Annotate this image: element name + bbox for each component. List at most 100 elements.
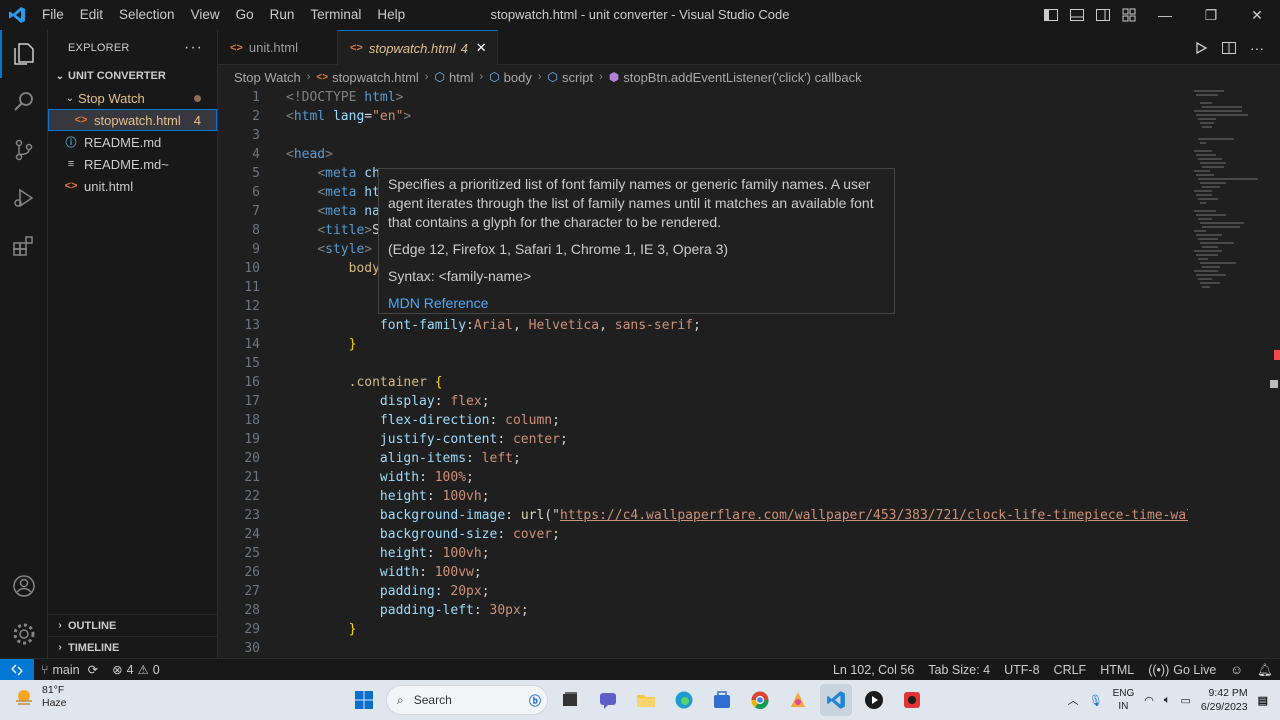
toggle-primary-sidebar-icon[interactable] [1038,0,1064,30]
broadcast-icon: ((•)) [1148,663,1170,677]
volume-icon[interactable]: 🔈︎ [1164,694,1171,707]
teams-chat-icon[interactable] [592,684,624,716]
mdn-reference-link[interactable]: MDN Reference [388,294,885,313]
timeline-section[interactable]: › TIMELINE [48,636,217,658]
chevron-right-icon: › [58,642,62,653]
code-token: : [419,470,435,485]
vscode-logo-icon [0,0,34,30]
paint-app-icon[interactable] [782,684,814,716]
toggle-panel-icon[interactable] [1064,0,1090,30]
menu-go[interactable]: Go [228,0,262,30]
microphone-icon[interactable]: 🎙︎ [1089,694,1103,707]
go-live-button[interactable]: ((•)) Go Live [1141,659,1223,681]
chevron-down-icon: ⌄ [55,70,65,82]
language-code: ENG [1112,688,1135,699]
breadcrumb-callback[interactable]: stopBtn.addEventListener('click') callba… [623,70,861,85]
notifications-bell-icon[interactable]: 🔔︎ [1250,659,1280,681]
url-link[interactable]: https://c4.wallpaperflare.com/wallpaper/… [560,508,1188,523]
screen-recorder-icon[interactable] [896,684,928,716]
code-line: 22 height: 100vh; [218,487,1188,506]
remote-icon[interactable] [0,658,34,681]
line-ending[interactable]: CRLF [1047,659,1094,681]
language-mode[interactable]: HTML [1093,659,1141,681]
media-player-icon[interactable] [858,684,890,716]
cursor-position[interactable]: Ln 102, Col 56 [826,659,921,681]
feedback-icon[interactable]: ☺ [1223,659,1250,681]
more-actions-icon[interactable]: ··· [1246,37,1268,59]
problems-status[interactable]: ⊗ 4 ⚠ 0 [105,659,167,681]
customize-layout-icon[interactable] [1116,0,1142,30]
extensions-icon[interactable] [0,222,48,270]
close-tab-icon[interactable]: ✕ [476,40,487,56]
close-button[interactable]: ✕ [1234,0,1280,30]
tab-unit-html[interactable]: <> unit.html [218,30,338,65]
line-number: 26 [244,565,260,580]
workspace-root[interactable]: ⌄ UNIT CONVERTER [48,65,217,87]
code-token: 100% [434,470,467,485]
folder-stop-watch[interactable]: ⌄ Stop Watch [48,87,217,109]
more-actions-icon[interactable]: ··· [184,39,203,57]
breadcrumb-file[interactable]: stopwatch.html [332,70,419,85]
menu-run[interactable]: Run [262,0,303,30]
search-icon[interactable] [0,78,48,126]
weather-widget[interactable]: 81°F Haze [14,684,67,710]
notification-center-icon[interactable]: ▤ [1258,694,1268,707]
explorer-icon[interactable] [0,30,48,78]
code-line: 15 [218,354,1188,373]
menu-help[interactable]: Help [369,0,413,30]
battery-icon[interactable]: ▭ [1180,694,1190,707]
element-symbol-icon: ⬡ [489,70,500,84]
minimap-line [1200,162,1226,164]
file-readme-md-backup[interactable]: ≡ README.md~ [48,153,217,175]
encoding[interactable]: UTF-8 [997,659,1046,681]
minimize-button[interactable]: — [1142,0,1188,30]
menu-view[interactable]: View [183,0,228,30]
code-token: background-image [379,508,506,523]
tab-stopwatch-html[interactable]: <> stopwatch.html 4 ✕ [338,30,498,65]
store-icon[interactable] [706,684,738,716]
code-token: body [348,261,380,276]
manage-gear-icon[interactable] [0,610,48,658]
breadcrumb-html[interactable]: html [449,70,474,85]
breadcrumb-folder[interactable]: Stop Watch [234,70,301,85]
show-hidden-icons-chevron-up-icon[interactable]: ︿ [1068,692,1079,708]
run-debug-icon[interactable] [0,174,48,222]
branch-status[interactable]: ⑂ main ⟳ [34,659,105,681]
file-explorer-icon[interactable] [630,684,662,716]
start-button[interactable] [348,684,380,716]
vscode-taskbar-icon[interactable] [820,684,852,716]
clock[interactable]: 9:42 PM 6/29/2023 [1201,686,1248,714]
chrome-icon[interactable] [744,684,776,716]
code-token: 20px [450,584,482,599]
line-number: 12 [244,299,260,314]
line-number: 28 [244,603,260,618]
menu-file[interactable]: File [34,0,72,30]
input-language[interactable]: ENG IN [1113,687,1135,713]
edge-browser-icon[interactable] [668,684,700,716]
code-token: left [481,451,513,466]
wifi-icon[interactable]: ◠ [1144,694,1154,707]
toggle-secondary-sidebar-icon[interactable] [1090,0,1116,30]
file-stopwatch-html[interactable]: <> stopwatch.html 4 [48,109,217,131]
run-icon[interactable] [1190,37,1212,59]
minimap[interactable] [1190,88,1268,658]
minimap-line [1198,238,1218,240]
task-view-icon[interactable] [554,684,586,716]
file-label: README.md [84,134,162,150]
split-editor-icon[interactable] [1218,37,1240,59]
source-control-icon[interactable] [0,126,48,174]
tab-size[interactable]: Tab Size: 4 [921,659,997,681]
error-scroll-marker [1274,350,1280,360]
accounts-icon[interactable] [0,562,48,610]
minimap-line [1194,250,1222,252]
breadcrumb-body[interactable]: body [504,70,532,85]
menu-terminal[interactable]: Terminal [302,0,369,30]
file-unit-html[interactable]: <> unit.html [48,175,217,197]
file-readme-md[interactable]: ⓘ README.md [48,131,217,153]
taskbar-search[interactable]: ⌕ Search ⓑ [386,685,548,715]
menu-edit[interactable]: Edit [72,0,111,30]
menu-selection[interactable]: Selection [111,0,183,30]
breadcrumb-script[interactable]: script [562,70,593,85]
maximize-button[interactable]: ❐ [1188,0,1234,30]
outline-section[interactable]: › OUTLINE [48,614,217,636]
